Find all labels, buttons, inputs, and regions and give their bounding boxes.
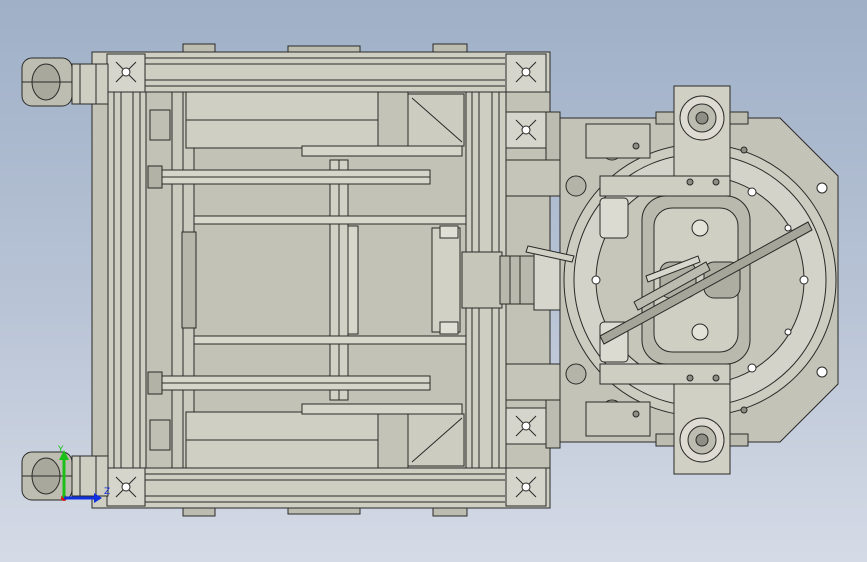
cad-model-viewport[interactable]: Y Z bbox=[0, 0, 867, 562]
rotary-table-assembly bbox=[525, 85, 839, 475]
caster-wheel-top bbox=[21, 57, 109, 107]
y-axis-label: Y bbox=[57, 445, 64, 455]
cad-assembly-drawing[interactable]: Y Z bbox=[0, 0, 867, 562]
z-axis-label: Z bbox=[104, 487, 110, 497]
